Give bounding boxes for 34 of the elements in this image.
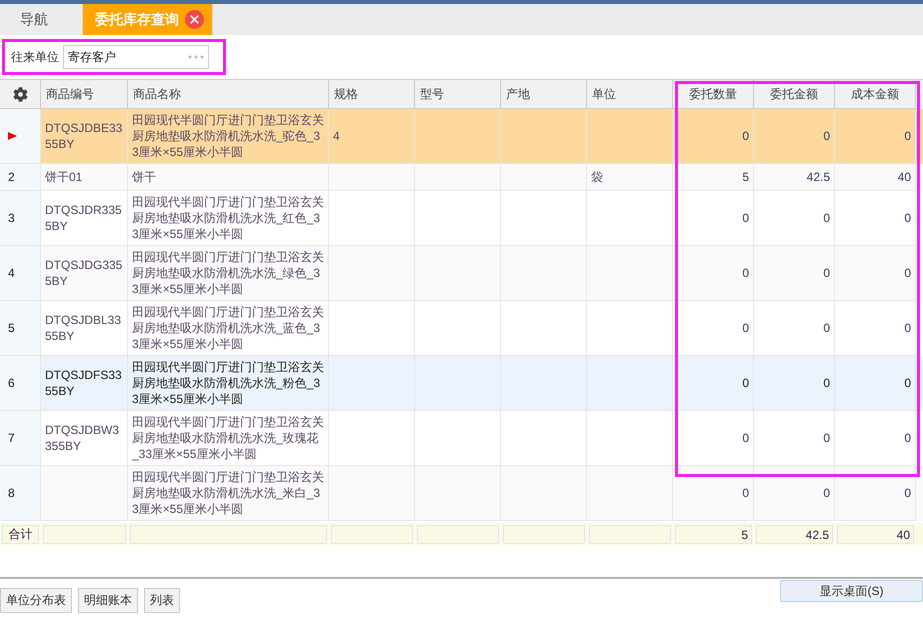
row-number: 3 <box>0 191 41 246</box>
show-desktop-button[interactable]: 显示桌面(S) <box>780 580 923 602</box>
settings-icon[interactable] <box>12 86 28 102</box>
column-header[interactable]: 型号 <box>415 80 501 109</box>
table-cell: 0 <box>835 466 916 521</box>
column-header[interactable]: 商品编号 <box>41 80 128 109</box>
table-row[interactable]: 8 田园现代半圆门厅进门门垫卫浴玄关厨房地垫吸水防滑机洗水洗_米白_33厘米×55厘米小半圆 0 0 0 <box>0 466 923 521</box>
toolbar-button[interactable]: 列表 <box>144 588 180 613</box>
column-header[interactable]: 委托金额 <box>754 80 835 109</box>
close-icon[interactable] <box>185 10 204 29</box>
row-number: 5 <box>0 301 41 356</box>
row-number: 6 <box>0 356 41 411</box>
table-cell: 田园现代半圆门厅进门门垫卫浴玄关厨房地垫吸水防滑机洗水洗_米白_33厘米×55厘米小半圆 <box>128 466 329 521</box>
totals-label: 合计 <box>2 525 39 544</box>
column-header[interactable]: 成本金额 <box>835 80 916 109</box>
current-row-icon <box>8 132 17 140</box>
input-field[interactable]: 寄存客户 <box>63 45 209 69</box>
field-label: 往来单位 <box>11 48 59 66</box>
row-number: 7 <box>0 411 41 466</box>
total-cell: 40 <box>837 525 914 544</box>
row-number: 2 <box>0 164 41 191</box>
toolbar-button[interactable]: 明细账本 <box>78 588 138 613</box>
column-header[interactable]: 商品名称 <box>128 80 329 109</box>
row-number: 4 <box>0 246 41 301</box>
column-header[interactable]: 规格 <box>329 80 415 109</box>
table-cell: 0 <box>754 466 835 521</box>
column-header[interactable]: 单位 <box>587 80 673 109</box>
column-header[interactable]: 产地 <box>501 80 587 109</box>
total-cell: 42.5 <box>756 525 833 544</box>
table-cell: 0 <box>673 466 754 521</box>
toolbar-button[interactable]: 单位分布表 <box>0 588 72 613</box>
table-row[interactable]: 2 饼干01 饼干 袋 5 42.5 40 <box>0 164 923 191</box>
row-number: 8 <box>0 466 41 521</box>
total-cell: 5 <box>675 525 752 544</box>
